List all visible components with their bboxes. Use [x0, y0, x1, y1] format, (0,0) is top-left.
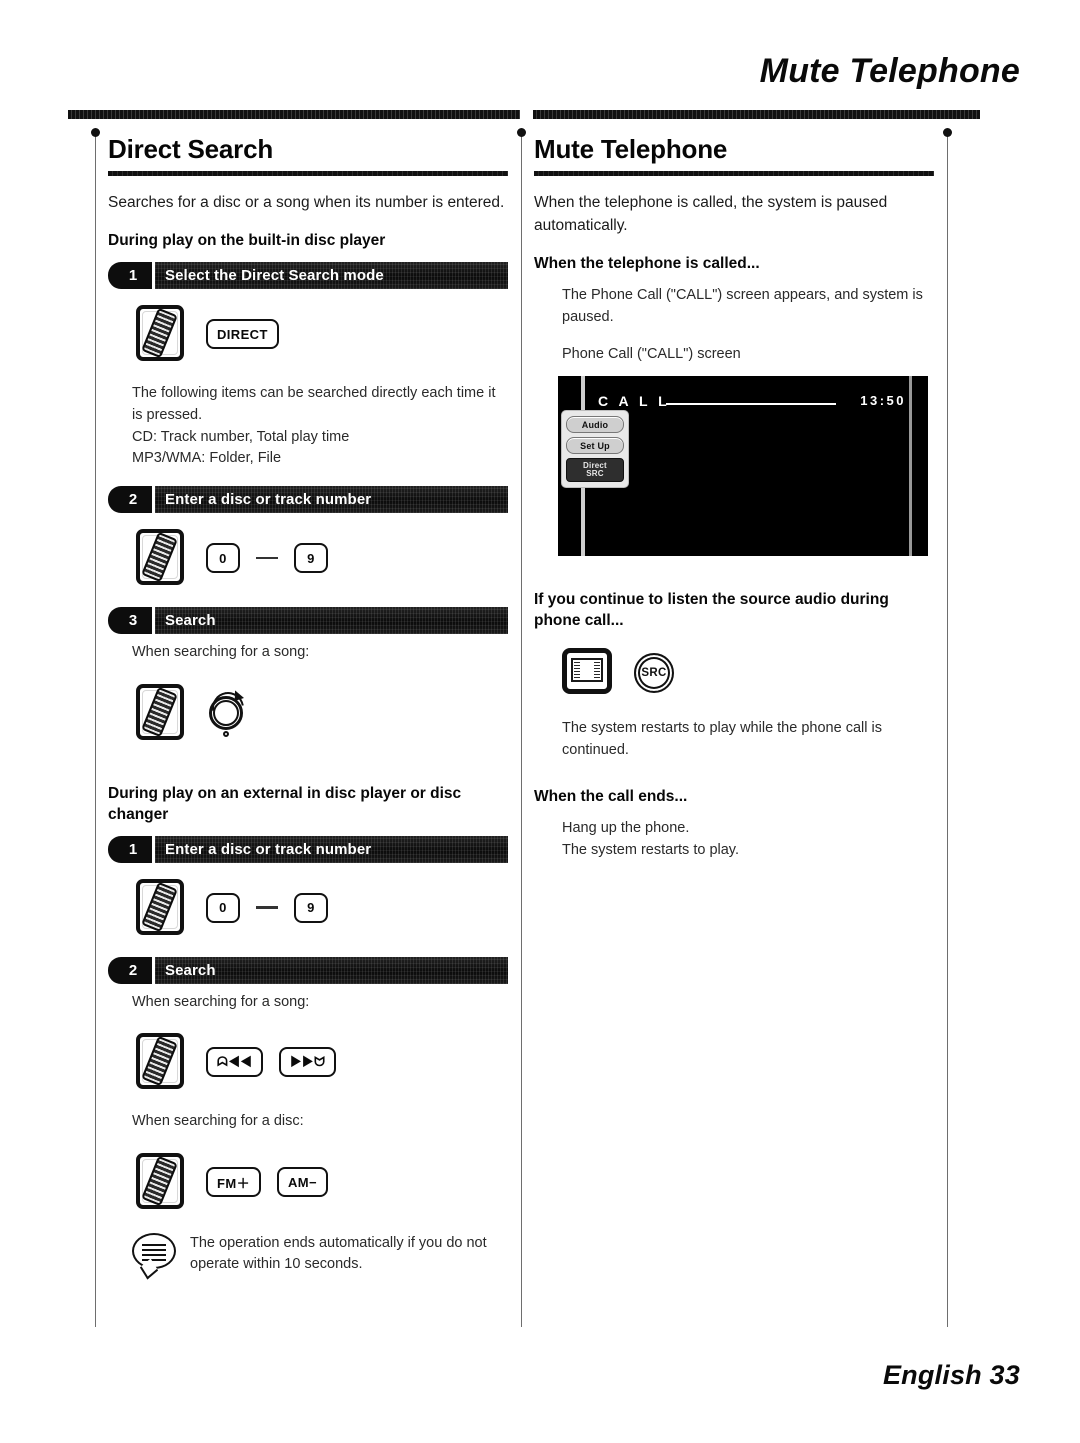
rotary-knob-icon[interactable]: [205, 685, 252, 737]
fm-plus-key[interactable]: FM＋: [206, 1167, 261, 1198]
call-screen-clock: 13:50: [860, 393, 906, 409]
step-banner-3-search: 3 Search: [108, 607, 508, 634]
call-ends-line-2: The system restarts to play.: [562, 842, 740, 859]
icon-row-track-keys: ᗣ◀◀ ▶▶ᗢ: [132, 1029, 508, 1095]
step-number: 3: [108, 607, 152, 634]
heading-call-ends: When the call ends...: [534, 788, 688, 806]
right-column: Mute Telephone When the telephone is cal…: [534, 134, 939, 878]
tip-text: The operation ends automatically if you …: [190, 1235, 487, 1273]
top-rule-left: [68, 110, 520, 119]
call-screen-caption: Phone Call ("CALL") screen: [562, 346, 741, 363]
ext-step-banner-1-enter-number: 1 Enter a disc or track number: [108, 835, 508, 863]
mute-telephone-intro: When the telephone is called, the system…: [534, 194, 888, 235]
ext-step-banner-2-search: 2 Search: [108, 956, 508, 984]
telephone-called-body: The Phone Call ("CALL") screen appears, …: [562, 286, 923, 325]
src-button[interactable]: SRC: [634, 652, 674, 693]
heading-continue-listening: If you continue to listen the source aud…: [534, 591, 889, 629]
remote-control-icon: [132, 1029, 190, 1095]
tip-note: The operation ends automatically if you …: [132, 1233, 508, 1280]
menu-button-audio[interactable]: Audio: [566, 416, 624, 434]
direct-search-intro: Searches for a disc or a song when its n…: [108, 194, 505, 212]
step-label: Select the Direct Search mode: [155, 262, 508, 289]
caption-searching-disc: When searching for a disc:: [132, 1113, 304, 1130]
heading-external-disc-player: During play on an external in disc playe…: [108, 784, 462, 823]
step-number: 1: [108, 262, 152, 289]
step-number: 2: [108, 956, 152, 984]
number-key-from[interactable]: 0: [206, 543, 240, 573]
step-label: Search: [155, 956, 508, 984]
icon-row-direct-key: DIRECT: [132, 301, 508, 367]
column-guide-right: [943, 128, 952, 1327]
number-key-to[interactable]: 9: [294, 543, 328, 573]
heading-builtin-disc-player: During play on the built-in disc player: [108, 232, 386, 250]
direct-search-note-2: CD: Track number, Total play time: [132, 428, 350, 445]
menu-button-src-label: SRC: [586, 469, 604, 479]
column-guide-center: [517, 128, 526, 1327]
screen-right-bar: [909, 376, 912, 557]
call-screen-image: C A L L 13:50 Audio Set Up Direct SRC: [558, 376, 928, 557]
direct-search-note-3: MP3/WMA: Folder, File: [132, 450, 282, 467]
caption-searching-song-2: When searching for a song:: [132, 993, 310, 1010]
title-rule: [108, 171, 508, 177]
page-title-direct-search: Direct Search: [108, 134, 274, 164]
am-minus-key[interactable]: AM−: [276, 1167, 328, 1198]
next-track-key[interactable]: ▶▶ᗢ: [279, 1047, 337, 1078]
icon-row-band-keys: FM＋ AM−: [132, 1149, 508, 1215]
heading-telephone-called: When the telephone is called...: [534, 254, 760, 272]
left-column: Direct Search Searches for a disc or a s…: [108, 134, 508, 1280]
range-dash-icon: [256, 906, 278, 909]
running-head: Mute Telephone: [759, 52, 1020, 90]
direct-search-note-1: The following items can be searched dire…: [132, 385, 496, 423]
number-key-from[interactable]: 0: [206, 892, 240, 923]
continue-listening-body: The system restarts to play while the ph…: [562, 719, 882, 758]
range-dash-icon: [256, 556, 278, 560]
remote-control-icon: [132, 680, 190, 746]
call-screen-title: C A L L: [598, 393, 671, 410]
previous-track-key[interactable]: ᗣ◀◀: [206, 1047, 264, 1078]
icon-row-number-keys: 0 9: [132, 525, 508, 591]
step-label: Enter a disc or track number: [155, 835, 508, 863]
icon-row-src-button: SRC: [558, 644, 939, 702]
page-title-mute-telephone: Mute Telephone: [534, 134, 728, 164]
icon-row-ext-number-keys: 0 9: [132, 875, 508, 941]
number-key-to[interactable]: 9: [294, 892, 328, 923]
step-number: 2: [108, 486, 152, 513]
call-screen-menu: Audio Set Up Direct SRC: [561, 410, 629, 489]
faceplate-panel-icon: [558, 644, 618, 702]
direct-key[interactable]: DIRECT: [206, 319, 279, 349]
step-banner-1-select-mode: 1 Select the Direct Search mode: [108, 262, 508, 289]
step-number: 1: [108, 835, 152, 863]
column-guide-left: [91, 128, 100, 1327]
step-label: Search: [155, 607, 508, 634]
speech-bubble-icon: [132, 1233, 176, 1280]
icon-row-rotary-knob: [132, 680, 508, 746]
remote-control-icon: [132, 525, 190, 591]
step-label: Enter a disc or track number: [155, 486, 508, 513]
remote-control-icon: [132, 301, 190, 367]
menu-button-direct-src[interactable]: Direct SRC: [566, 458, 624, 483]
top-rule-right: [533, 110, 980, 119]
call-ends-line-1: Hang up the phone.: [562, 820, 690, 837]
step-banner-2-enter-number: 2 Enter a disc or track number: [108, 486, 508, 513]
title-rule: [534, 171, 934, 177]
remote-control-icon: [132, 875, 190, 941]
remote-control-icon: [132, 1149, 190, 1215]
page-footer: English 33: [882, 1360, 1020, 1390]
caption-searching-song-1: When searching for a song:: [132, 644, 310, 660]
manual-page: Mute Telephone Direct Search Searches fo…: [0, 0, 1080, 1443]
menu-button-setup[interactable]: Set Up: [566, 437, 624, 455]
call-screen-divider: [666, 403, 836, 406]
